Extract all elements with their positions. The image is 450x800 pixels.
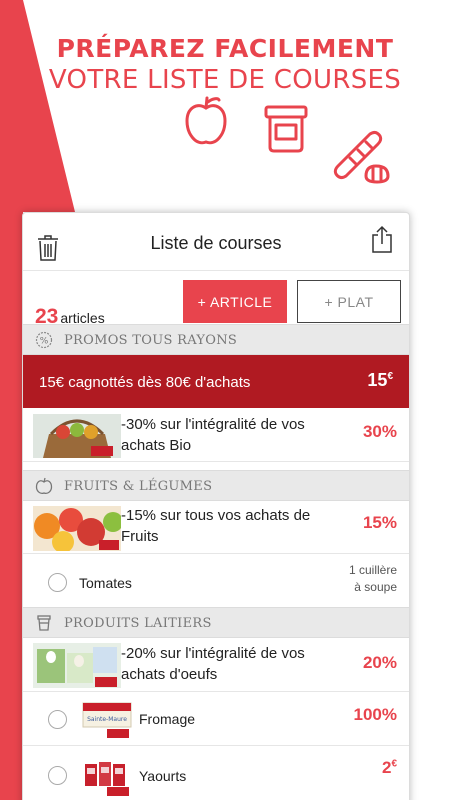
promo-oeufs-value: 20% [362,653,397,672]
promo-cashback-text: 15€ cagnottés dès 80€ d'achats [39,374,251,391]
section-promos-label: PROMOS TOUS RAYONS [64,333,238,348]
promo-bio-row[interactable]: -30% sur l'intégralité de vos achats Bio… [23,408,409,462]
yogurt-pot-icon [37,615,51,631]
apple-icon [35,477,53,494]
app-header: Liste de courses [23,213,409,271]
yogurt-image [85,762,129,796]
yaourts-label: Yaourts [139,768,187,784]
share-icon[interactable] [371,225,393,253]
list-item-fromage[interactable]: Sainte-Maure Fromage 100% [23,692,409,746]
jar-icon [264,105,308,153]
promo-fruits-row[interactable]: -15% sur tous vos achats de Fruits 15% [23,502,409,554]
promo-cashback-banner[interactable]: 15€ cagnottés dès 80€ d'achats 15€ [23,355,409,408]
headline-line1: PRÉPAREZ FACILEMENT [56,34,394,63]
cheese-image: Sainte-Maure [82,702,132,738]
promo-bio-value: 30% [362,422,397,441]
bio-basket-image [33,414,121,458]
list-item-yaourts[interactable]: Yaourts 2€ [23,746,409,800]
add-article-button[interactable]: + ARTICLE [183,280,287,323]
fruits-image [33,506,121,551]
yaourts-value: 2€ [381,758,397,777]
shopping-list-screen: Liste de courses 23 articles + ARTICLE + … [22,212,410,800]
promo-cashback-value: 15€ [367,370,393,390]
promo-bio-text: -30% sur l'intégralité de vos achats Bio [121,416,305,454]
tomates-quantity: 1 cuillère à soupe [348,563,397,594]
promo-fruits-value: 15% [362,513,397,532]
svg-text:Sainte-Maure: Sainte-Maure [87,716,127,723]
headline-line2: VOTRE LISTE DE COURSES [48,65,402,95]
screen-title: Liste de courses [150,233,282,253]
fromage-value: 100% [353,705,397,724]
list-item-tomates[interactable]: Tomates 1 cuillère à soupe [23,554,409,610]
section-fruits: FRUITS & LÉGUMES [23,470,409,501]
eggs-image [33,643,121,688]
tomates-checkbox[interactable] [48,573,67,592]
headline: PRÉPAREZ FACILEMENT VOTRE LISTE DE COURS… [0,34,450,95]
add-plat-button[interactable]: + PLAT [297,280,401,323]
bread-icon [333,130,390,184]
tomates-label: Tomates [79,575,132,591]
section-fruits-label: FRUITS & LÉGUMES [64,479,213,494]
section-laitiers: PRODUITS LAITIERS [23,607,409,638]
percent-badge-icon: % [35,331,53,349]
section-laitiers-label: PRODUITS LAITIERS [64,616,212,631]
apple-icon [185,96,227,145]
fromage-checkbox[interactable] [48,710,67,729]
promo-oeufs-text: -20% sur l'intégralité de vos achats d'o… [121,645,305,683]
promo-oeufs-row[interactable]: -20% sur l'intégralité de vos achats d'o… [23,639,409,692]
section-promos: % PROMOS TOUS RAYONS [23,324,409,355]
chicken-leg-icon [86,132,145,189]
fromage-label: Fromage [139,711,196,727]
svg-text:%: % [40,337,49,347]
yaourts-checkbox[interactable] [48,766,67,785]
promo-fruits-text: -15% sur tous vos achats de Fruits [121,507,311,545]
